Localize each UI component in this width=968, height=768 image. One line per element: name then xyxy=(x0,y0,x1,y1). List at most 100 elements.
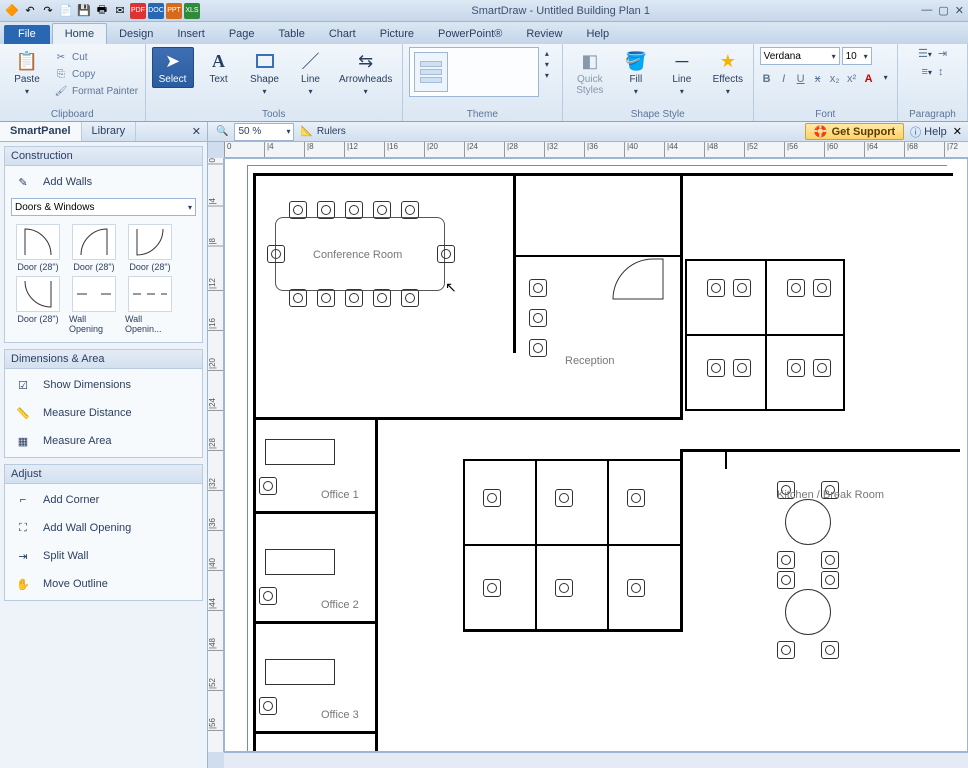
theme-scroll-up[interactable]: ▴ xyxy=(545,49,549,58)
chair[interactable] xyxy=(787,279,805,297)
chair[interactable] xyxy=(787,359,805,377)
export-pdf-icon[interactable]: PDF xyxy=(130,3,146,19)
tab-insert[interactable]: Insert xyxy=(165,24,217,44)
chair[interactable] xyxy=(529,339,547,357)
split-wall-button[interactable]: ⇥Split Wall xyxy=(11,544,196,568)
copy-button[interactable]: ⎘Copy xyxy=(52,66,140,82)
get-support-button[interactable]: 🛟Get Support xyxy=(805,123,904,140)
email-icon[interactable]: ✉ xyxy=(112,3,128,19)
save-icon[interactable]: 💾 xyxy=(76,3,92,19)
align-button[interactable]: ≡▾ xyxy=(922,66,932,78)
chair[interactable] xyxy=(707,359,725,377)
chair[interactable] xyxy=(345,201,363,219)
move-outline-button[interactable]: ✋Move Outline xyxy=(11,572,196,596)
chair[interactable] xyxy=(821,641,839,659)
chair[interactable] xyxy=(401,201,419,219)
redo-icon[interactable]: ↷ xyxy=(40,3,56,19)
chair[interactable] xyxy=(707,279,725,297)
format-painter-button[interactable]: 🖌Format Painter xyxy=(52,83,140,99)
round-table[interactable] xyxy=(785,499,831,545)
chair[interactable] xyxy=(555,579,573,597)
tab-page[interactable]: Page xyxy=(217,24,267,44)
door-shape-4[interactable]: Door (28") xyxy=(13,276,63,334)
chair[interactable] xyxy=(317,289,335,307)
chair[interactable] xyxy=(259,477,277,495)
chair[interactable] xyxy=(401,289,419,307)
wall-opening-shape-1[interactable]: Wall Opening xyxy=(69,276,119,334)
chair[interactable] xyxy=(627,489,645,507)
chair[interactable] xyxy=(777,571,795,589)
zoom-select[interactable]: 50 %▾ xyxy=(234,123,294,141)
tab-design[interactable]: Design xyxy=(107,24,165,44)
chair[interactable] xyxy=(529,309,547,327)
door-shape-1[interactable]: Door (28") xyxy=(13,224,63,272)
library-tab[interactable]: Library xyxy=(82,122,137,141)
export-ppt-icon[interactable]: PPT xyxy=(166,3,182,19)
theme-scroll-down[interactable]: ▾ xyxy=(545,60,549,69)
chair[interactable] xyxy=(777,551,795,569)
chair[interactable] xyxy=(555,489,573,507)
chair[interactable] xyxy=(821,551,839,569)
export-doc-icon[interactable]: DOC xyxy=(148,3,164,19)
subscript-button[interactable]: x₂ xyxy=(828,73,842,85)
maximize-button[interactable]: ▢ xyxy=(938,4,948,17)
add-walls-button[interactable]: ✎ Add Walls xyxy=(11,170,196,194)
strike-button[interactable]: x xyxy=(811,73,825,85)
shape-category-select[interactable]: Doors & Windows▾ xyxy=(11,198,196,216)
tab-help[interactable]: Help xyxy=(574,24,621,44)
cut-button[interactable]: ✂Cut xyxy=(52,49,140,65)
font-size-select[interactable]: 10▾ xyxy=(842,47,872,65)
bold-button[interactable]: B xyxy=(760,73,774,85)
export-xls-icon[interactable]: XLS xyxy=(184,3,200,19)
quick-styles-button[interactable]: ◧ Quick Styles xyxy=(569,47,611,99)
print-icon[interactable]: 🖶 xyxy=(94,3,110,19)
chair[interactable] xyxy=(259,697,277,715)
door-shape-3[interactable]: Door (28") xyxy=(125,224,175,272)
chair[interactable] xyxy=(813,279,831,297)
theme-more[interactable]: ▾ xyxy=(545,71,549,80)
file-tab[interactable]: File xyxy=(4,25,50,44)
font-family-select[interactable]: Verdana▾ xyxy=(760,47,840,65)
paste-button[interactable]: 📋 Paste ▾ xyxy=(6,47,48,99)
font-color-button[interactable]: A xyxy=(862,73,876,85)
chair[interactable] xyxy=(289,289,307,307)
chair[interactable] xyxy=(813,359,831,377)
tab-picture[interactable]: Picture xyxy=(368,24,426,44)
underline-button[interactable]: U xyxy=(794,73,808,85)
add-corner-button[interactable]: ⌐Add Corner xyxy=(11,488,196,512)
line-style-button[interactable]: ─ Line▾ xyxy=(661,47,703,99)
new-icon[interactable]: 📄 xyxy=(58,3,74,19)
smartpanel-tab[interactable]: SmartPanel xyxy=(0,122,82,141)
chair[interactable] xyxy=(437,245,455,263)
add-wall-opening-button[interactable]: ⛶Add Wall Opening xyxy=(11,516,196,540)
shape-tool[interactable]: Shape▾ xyxy=(244,47,286,99)
chair[interactable] xyxy=(627,579,645,597)
rulers-toggle[interactable]: 📐Rulers xyxy=(300,126,345,137)
chair[interactable] xyxy=(373,289,391,307)
line-spacing-button[interactable]: ↕ xyxy=(938,66,944,78)
effects-button[interactable]: ★ Effects▾ xyxy=(707,47,749,99)
chair[interactable] xyxy=(733,279,751,297)
chair[interactable] xyxy=(483,489,501,507)
show-dimensions-toggle[interactable]: ☑Show Dimensions xyxy=(11,373,196,397)
chair[interactable] xyxy=(483,579,501,597)
chair[interactable] xyxy=(267,245,285,263)
measure-area-button[interactable]: ▦Measure Area xyxy=(11,429,196,453)
tab-review[interactable]: Review xyxy=(514,24,574,44)
chair[interactable] xyxy=(821,571,839,589)
text-tool[interactable]: A Text xyxy=(198,47,240,88)
chair[interactable] xyxy=(733,359,751,377)
undo-icon[interactable]: ↶ xyxy=(22,3,38,19)
bullets-button[interactable]: ☰▾ xyxy=(918,47,932,60)
chair[interactable] xyxy=(345,289,363,307)
closepanel-x[interactable]: ✕ xyxy=(953,125,962,138)
superscript-button[interactable]: x² xyxy=(845,73,859,85)
tab-chart[interactable]: Chart xyxy=(317,24,368,44)
tab-home[interactable]: Home xyxy=(52,23,107,44)
drawing-canvas[interactable]: Conference Room Reception Office 1 Offic… xyxy=(224,158,968,752)
desk-office1[interactable] xyxy=(265,439,335,465)
wall-opening-shape-2[interactable]: Wall Openin... xyxy=(125,276,175,334)
fill-button[interactable]: 🪣 Fill▾ xyxy=(615,47,657,99)
chair[interactable] xyxy=(777,641,795,659)
round-table[interactable] xyxy=(785,589,831,635)
